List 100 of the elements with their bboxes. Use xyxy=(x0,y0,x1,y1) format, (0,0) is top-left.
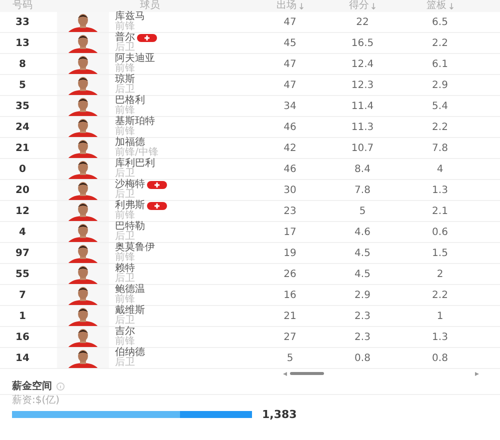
rebounds-cell-text: 2 xyxy=(436,268,444,280)
player-name[interactable]: 巴特勒 xyxy=(115,222,145,232)
rebounds-cell-text: 2.1 xyxy=(431,206,449,216)
points-cell-text: 4.5 xyxy=(354,248,372,258)
player-position: 前锋 xyxy=(115,106,135,116)
player-name[interactable]: 伯纳德 xyxy=(115,348,145,358)
player-position: 前锋 xyxy=(115,337,135,347)
rebounds-cell-text: 0.8 xyxy=(431,352,449,364)
games-cell-text: 46 xyxy=(282,164,298,174)
column-header: 号码 xyxy=(12,1,32,11)
player-position: 前锋/中锋 xyxy=(115,148,158,158)
player-position: 前锋 xyxy=(115,127,135,137)
salary-value: 1,383 xyxy=(262,408,297,420)
rebounds-cell-text: 2.2 xyxy=(431,38,449,48)
games-cell-text: 47 xyxy=(282,80,298,90)
rebounds-cell-text: 1.3 xyxy=(431,332,449,342)
points-cell-text: 2.3 xyxy=(354,310,372,322)
rebounds-cell-text: 4 xyxy=(436,164,444,174)
rebounds-cell-text: 2.2 xyxy=(431,122,449,132)
games-cell-text: 47 xyxy=(282,58,298,70)
games-cell-text: 5 xyxy=(286,352,294,364)
jersey-number: 35 xyxy=(14,100,30,112)
scroll-left-icon[interactable] xyxy=(283,372,287,376)
rebounds-cell-text: 1.3 xyxy=(431,184,449,196)
games-cell-text: 30 xyxy=(282,184,298,196)
points-cell-text: 0.8 xyxy=(354,352,372,364)
player-position: 前锋 xyxy=(115,211,135,221)
jersey-number: 5 xyxy=(18,80,27,90)
player-position: 前锋 xyxy=(115,295,135,305)
player-position: 后卫 xyxy=(115,358,135,368)
rebounds-cell-text: 0.6 xyxy=(431,226,449,238)
points-cell-text: 5 xyxy=(358,206,367,216)
rebounds-cell-text: 7.8 xyxy=(431,142,449,154)
rebounds-cell-text: 5.4 xyxy=(431,100,449,112)
points-cell-text: 12.4 xyxy=(350,58,375,70)
player-name[interactable]: 鲍德温 xyxy=(115,285,145,295)
player-position: 后卫 xyxy=(115,85,135,95)
sort-icon[interactable] xyxy=(448,2,454,10)
jersey-number: 16 xyxy=(14,332,30,342)
jersey-number: 0 xyxy=(18,164,27,174)
rebounds-cell-text: 2.2 xyxy=(431,290,449,300)
jersey-number: 13 xyxy=(14,38,30,48)
column-header: 得分 xyxy=(349,1,369,11)
games-cell-text: 46 xyxy=(282,122,298,132)
jersey-number: 33 xyxy=(14,16,30,28)
points-cell-text: 11.4 xyxy=(350,100,375,112)
points-cell-text: 12.3 xyxy=(350,80,375,90)
player-name[interactable]: 吉尔 xyxy=(115,327,135,337)
rebounds-cell-text: 1.5 xyxy=(431,248,449,258)
games-cell-text: 17 xyxy=(282,226,298,238)
player-name[interactable]: 琼斯 xyxy=(115,75,135,85)
player-name[interactable]: 加福德 xyxy=(115,138,145,148)
player-name[interactable]: 普尔 xyxy=(115,33,135,43)
player-name[interactable]: 阿夫迪亚 xyxy=(115,54,155,64)
games-cell-text: 34 xyxy=(282,100,298,112)
jersey-number: 14 xyxy=(14,352,30,364)
jersey-number: 4 xyxy=(18,226,27,238)
player-name[interactable]: 赖特 xyxy=(115,264,135,274)
games-cell-text: 47 xyxy=(282,16,298,28)
player-name[interactable]: 基斯珀特 xyxy=(115,117,155,127)
player-name[interactable]: 沙梅特 xyxy=(115,180,145,190)
player-name[interactable]: 库兹马 xyxy=(115,12,145,22)
sort-icon[interactable] xyxy=(371,2,376,10)
info-icon[interactable] xyxy=(56,382,65,390)
player-name[interactable]: 利弗斯 xyxy=(115,201,145,211)
rebounds-cell-text: 6.1 xyxy=(431,58,449,70)
player-name[interactable]: 戴维斯 xyxy=(115,306,145,316)
player-name[interactable]: 奥莫鲁伊 xyxy=(115,243,155,253)
games-cell-text: 42 xyxy=(282,142,298,154)
points-cell-text: 10.7 xyxy=(350,142,375,154)
player-position: 后卫 xyxy=(115,169,135,179)
player-name[interactable]: 库利巴利 xyxy=(115,159,155,169)
points-cell-text: 11.3 xyxy=(350,122,375,132)
player-position: 前锋 xyxy=(115,22,135,32)
points-cell-text: 2.3 xyxy=(354,332,372,342)
points-cell-text: 8.4 xyxy=(354,164,372,174)
games-cell-text: 27 xyxy=(282,332,298,342)
jersey-number: 8 xyxy=(18,58,27,70)
points-cell-text: 4.5 xyxy=(354,268,372,280)
games-cell-text: 23 xyxy=(282,206,298,216)
player-position: 前锋 xyxy=(115,64,135,74)
jersey-number: 24 xyxy=(14,122,30,132)
player-name[interactable]: 巴格利 xyxy=(115,96,145,106)
games-cell-text: 21 xyxy=(282,310,298,322)
player-position: 后卫 xyxy=(115,190,135,200)
jersey-number: 1 xyxy=(18,310,27,322)
player-position: 后卫 xyxy=(115,43,135,53)
column-header: 出场 xyxy=(276,1,296,11)
games-cell-text: 45 xyxy=(282,38,298,48)
rebounds-cell-text: 6.5 xyxy=(431,16,449,28)
sort-icon[interactable] xyxy=(298,2,304,10)
jersey-number: 55 xyxy=(14,268,30,280)
column-header: 球员 xyxy=(140,1,160,11)
scroll-right-icon[interactable] xyxy=(475,372,479,376)
scrollbar-thumb[interactable] xyxy=(290,372,324,375)
points-cell-text: 7.8 xyxy=(354,184,372,196)
player-position: 后卫 xyxy=(115,274,135,284)
section-title: 薪金空间 xyxy=(12,380,52,393)
games-cell-text: 16 xyxy=(282,290,298,300)
points-cell-text: 4.6 xyxy=(354,226,372,238)
